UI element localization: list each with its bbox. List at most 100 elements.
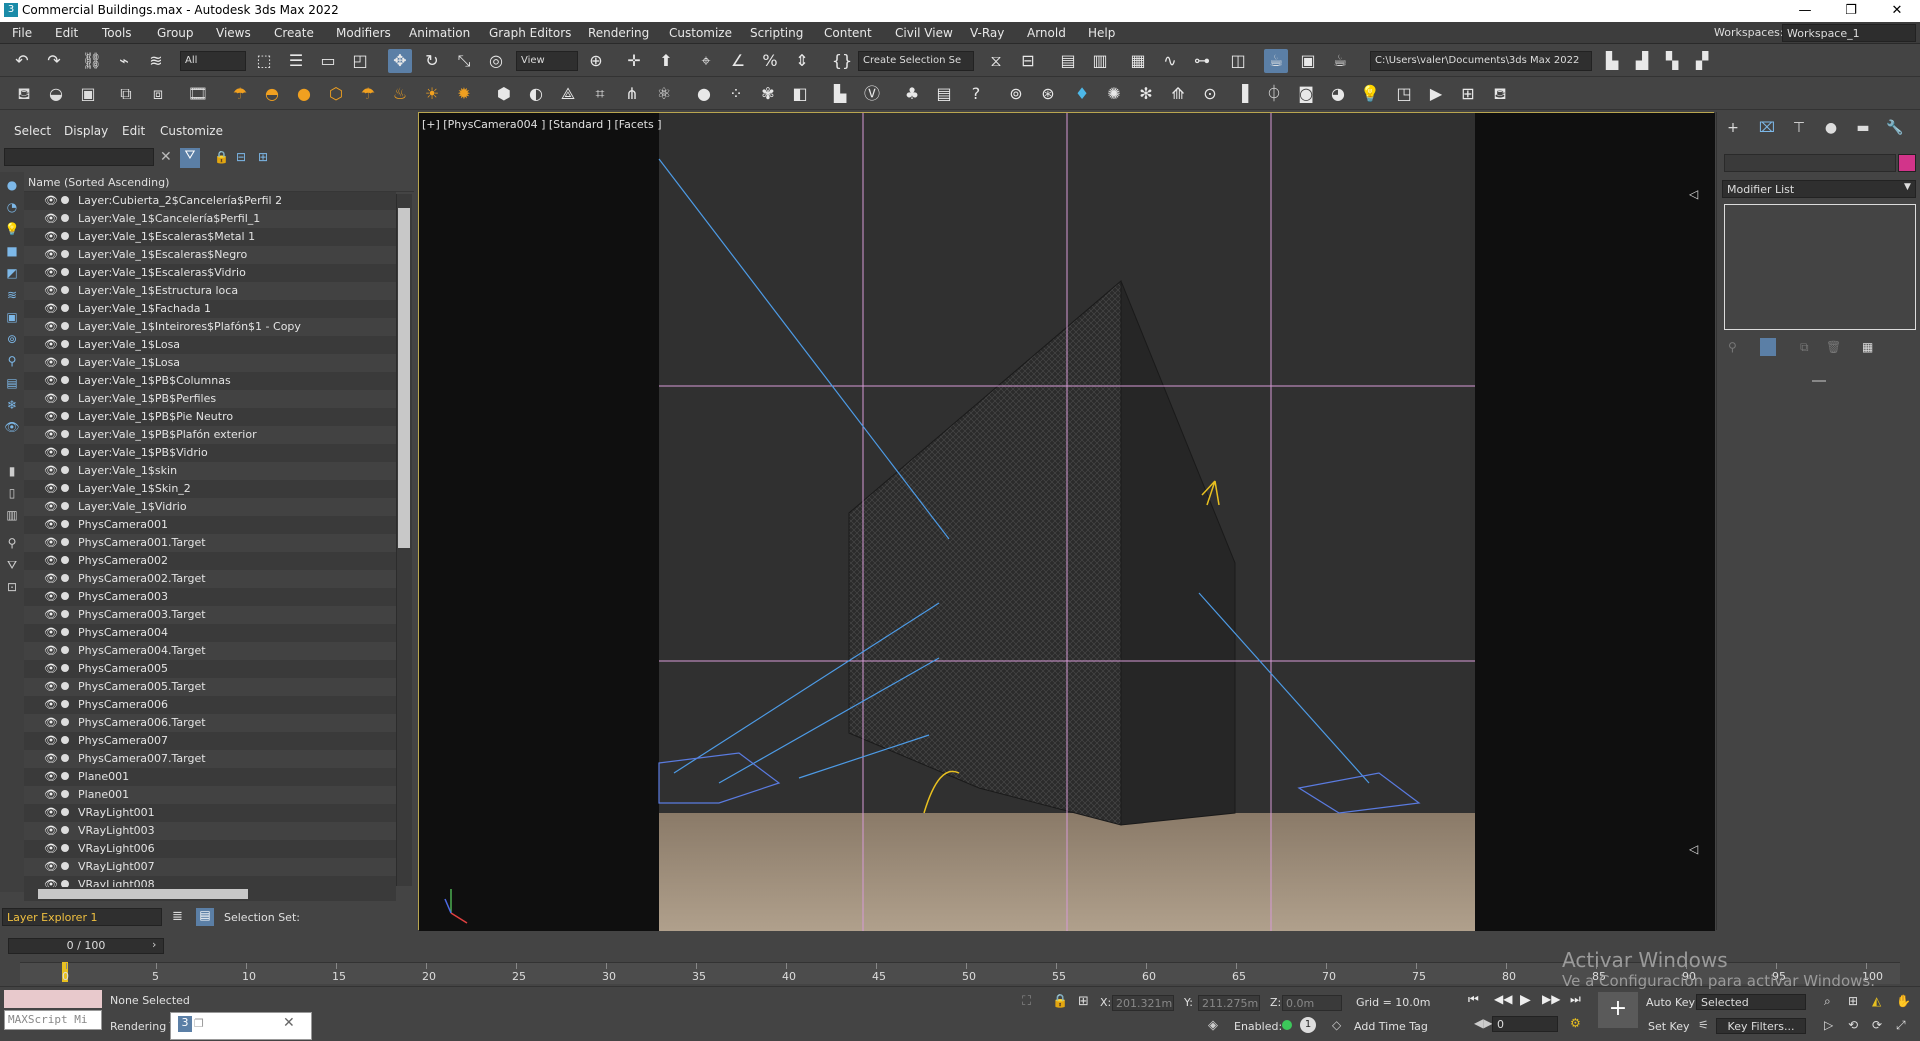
cameras-filter-icon[interactable]: ■ — [3, 242, 21, 260]
zoom-all-icon[interactable]: ⊞ — [1848, 994, 1858, 1008]
keyboard-shortcut-icon[interactable]: ⬆ — [654, 49, 678, 73]
modify-tab-icon[interactable]: ⌧ — [1756, 120, 1778, 140]
layers-icon[interactable]: ⊞ — [258, 150, 268, 164]
freeze-toggle-icon[interactable] — [61, 664, 69, 672]
visibility-eye-icon[interactable]: 👁 — [44, 302, 58, 315]
menu-customize[interactable]: Customize — [669, 26, 732, 40]
list-item[interactable]: 👁 PhysCamera006 — [24, 696, 396, 714]
freeze-toggle-icon[interactable] — [61, 538, 69, 546]
vray-lighting-analysis-icon[interactable]: ✾ — [756, 82, 780, 106]
visibility-eye-icon[interactable]: 👁 — [44, 608, 58, 621]
remove-modifier-icon[interactable]: 🗑 — [1826, 340, 1841, 354]
configure-modifier-sets-icon[interactable]: ▦ — [1862, 340, 1873, 354]
freeze-toggle-icon[interactable] — [61, 700, 69, 708]
visibility-eye-icon[interactable]: 👁 — [44, 752, 58, 765]
visibility-eye-icon[interactable]: 👁 — [44, 698, 58, 711]
dolly-icon[interactable]: ▷ — [1824, 1018, 1833, 1032]
display-all-icon[interactable]: ▮ — [3, 462, 21, 480]
list-item[interactable]: 👁 PhysCamera005.Target — [24, 678, 396, 696]
rect-selection-icon[interactable]: ▭ — [316, 49, 340, 73]
layers-stack-icon[interactable]: ≣ — [172, 909, 183, 924]
visibility-eye-icon[interactable]: 👁 — [44, 860, 58, 873]
scale-icon[interactable]: ⤡ — [452, 49, 476, 73]
explorer-scroll-thumb[interactable] — [398, 208, 410, 548]
list-item[interactable]: 👁 Layer:Vale_1$PB$Vidrio — [24, 444, 396, 462]
vray-proxy-icon[interactable]: ⬢ — [492, 82, 516, 106]
project-folder-dropdown[interactable]: C:\Users\valer\Documents\3ds Max 2022 — [1370, 51, 1592, 71]
orbit-icon[interactable]: ⟲ — [1848, 1018, 1858, 1032]
arnold-render-icon[interactable]: ⊚ — [1004, 82, 1028, 106]
viewport-label[interactable]: [+] [PhysCamera004 ] [Standard ] [Facets… — [422, 118, 662, 131]
project-open-icon[interactable]: ▟ — [1630, 49, 1654, 73]
freeze-toggle-icon[interactable] — [61, 502, 69, 510]
named-selection-dropdown[interactable]: Create Selection Se — [858, 51, 974, 71]
freeze-toggle-icon[interactable] — [61, 754, 69, 762]
arnold-frame-icon[interactable]: ◳ — [1392, 82, 1416, 106]
freeze-toggle-icon[interactable] — [61, 826, 69, 834]
enabled-indicator[interactable] — [1282, 1020, 1292, 1030]
filter-icon[interactable]: ⛛ — [180, 148, 200, 168]
list-item[interactable]: 👁 VRayLight006 — [24, 840, 396, 858]
freeze-toggle-icon[interactable] — [61, 196, 69, 204]
vray-fur-icon[interactable]: ⟁ — [556, 82, 580, 106]
list-item[interactable]: 👁 Layer:Vale_1$PB$Plafón exterior — [24, 426, 396, 444]
arnold-viewer-icon[interactable]: ▶ — [1424, 82, 1448, 106]
key-filters-button[interactable]: Key Filters... — [1716, 1018, 1806, 1034]
workspaces-dropdown[interactable]: Workspace_1 — [1782, 24, 1916, 42]
bones-filter-icon[interactable]: ⚲ — [3, 352, 21, 370]
vray-sun-icon[interactable]: ☀ — [420, 82, 444, 106]
menu-vray[interactable]: V-Ray — [970, 26, 1004, 40]
freeze-toggle-icon[interactable] — [61, 844, 69, 852]
project-save-icon[interactable]: ▚ — [1660, 49, 1684, 73]
set-key-button[interactable]: Set Key — [1648, 1020, 1690, 1033]
show-end-result-icon[interactable] — [1760, 338, 1776, 356]
vray-ambient-icon[interactable]: ♨ — [388, 82, 412, 106]
menu-group[interactable]: Group — [157, 26, 194, 40]
menu-civil-view[interactable]: Civil View — [895, 26, 953, 40]
select-manipulate-icon[interactable]: ✛ — [622, 49, 646, 73]
frozen-filter-icon[interactable]: ❄ — [3, 396, 21, 414]
list-item[interactable]: 👁 Layer:Vale_1$Inteirores$Plafón$1 - Copy — [24, 318, 396, 336]
freeze-toggle-icon[interactable] — [61, 556, 69, 564]
z-coord-field[interactable]: 0.0m — [1282, 995, 1342, 1011]
visibility-eye-icon[interactable]: 👁 — [44, 518, 58, 531]
clear-search-icon[interactable]: ✕ — [160, 149, 172, 165]
arnold-bulb-icon[interactable]: 💡 — [1358, 82, 1382, 106]
box-icon[interactable]: ▣ — [76, 82, 100, 106]
list-item[interactable]: 👁 Layer:Vale_1$Skin_2 — [24, 480, 396, 498]
arnold-teapot-icon[interactable]: ⛾ — [1488, 82, 1512, 106]
menu-edit[interactable]: Edit — [55, 26, 78, 40]
spacewarps-filter-icon[interactable]: ≋ — [3, 286, 21, 304]
find-icon[interactable]: ⚲ — [3, 534, 21, 552]
minimize-button[interactable]: — — [1782, 0, 1828, 22]
shapes-filter-icon[interactable]: ◔ — [3, 198, 21, 216]
list-item[interactable]: 👁 PhysCamera006.Target — [24, 714, 396, 732]
list-item[interactable]: 👁 PhysCamera005 — [24, 660, 396, 678]
freeze-toggle-icon[interactable] — [61, 520, 69, 528]
visibility-eye-icon[interactable]: 👁 — [44, 824, 58, 837]
select-object-icon[interactable]: ⬚ — [252, 49, 276, 73]
display-tab-icon[interactable]: ▬ — [1852, 120, 1874, 140]
material-editor-icon[interactable]: ◫ — [1226, 49, 1250, 73]
list-item[interactable]: 👁 VRayLight003 — [24, 822, 396, 840]
list-item[interactable]: 👁 PhysCamera004 — [24, 624, 396, 642]
visibility-eye-icon[interactable]: 👁 — [44, 536, 58, 549]
camera-viewport[interactable]: ◁ ◁ — [418, 112, 1715, 931]
visibility-eye-icon[interactable]: 👁 — [44, 194, 58, 207]
vray-mesh-light-icon[interactable]: ⬡ — [324, 82, 348, 106]
link-icon[interactable]: ⛓ — [80, 49, 104, 73]
arnold-ass-icon[interactable]: ▐ — [1230, 82, 1254, 106]
make-unique-icon[interactable]: ⧉ — [1800, 340, 1809, 355]
arnold-layout-icon[interactable]: ⊞ — [1456, 82, 1480, 106]
vray-table-icon[interactable]: ▤ — [932, 82, 956, 106]
maxscript-listener-area[interactable] — [4, 990, 102, 1008]
freeze-toggle-icon[interactable] — [61, 466, 69, 474]
menu-modifiers[interactable]: Modifiers — [336, 26, 391, 40]
torus-icon[interactable]: ◒ — [44, 82, 68, 106]
mirror-icon[interactable]: ⧖ — [984, 49, 1008, 73]
visibility-eye-icon[interactable]: 👁 — [44, 248, 58, 261]
reference-coordinate-dropdown[interactable]: View — [516, 51, 578, 71]
freeze-toggle-icon[interactable] — [61, 718, 69, 726]
freeze-toggle-icon[interactable] — [61, 214, 69, 222]
pan-icon[interactable]: ✋ — [1896, 994, 1911, 1008]
